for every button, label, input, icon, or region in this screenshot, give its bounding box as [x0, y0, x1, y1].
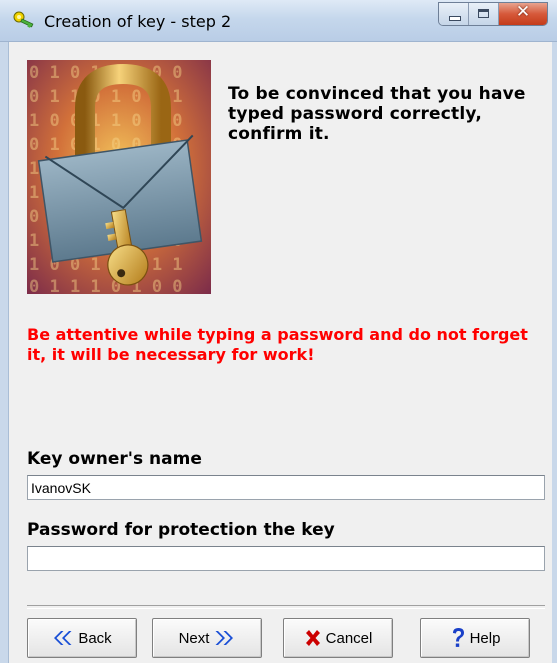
close-button[interactable]: ✕ [499, 3, 547, 25]
back-arrow-icon [54, 631, 72, 645]
close-icon: ✕ [515, 2, 531, 22]
password-label: Password for protection the key [27, 520, 335, 540]
help-button-label: Help [469, 629, 501, 647]
password-field[interactable] [27, 546, 545, 571]
key-app-icon [13, 11, 34, 28]
back-button[interactable]: Back [27, 618, 137, 658]
cancel-button-label: Cancel [325, 629, 373, 647]
svg-text:0 1 1 1 0 1 0 0: 0 1 1 1 0 1 0 0 [29, 277, 183, 294]
next-arrow-icon [215, 631, 234, 645]
cancel-x-icon [305, 630, 320, 646]
back-button-label: Back [78, 629, 112, 647]
warning-text: Be attentive while typing a password and… [27, 325, 528, 364]
maximize-icon [478, 9, 489, 18]
help-button[interactable]: Help [420, 618, 530, 658]
window-controls: ✕ [438, 2, 548, 26]
next-button[interactable]: Next [152, 618, 262, 658]
next-button-label: Next [178, 629, 210, 647]
button-separator [27, 605, 545, 609]
cancel-button[interactable]: Cancel [283, 618, 393, 658]
window-title: Creation of key - step 2 [44, 12, 232, 31]
lock-envelope-illustration: 0 1 0 1 0 1 0 0 0 1 1 0 1 0 0 1 1 0 0 1 … [27, 60, 211, 294]
help-question-icon [452, 628, 464, 647]
title-bar[interactable]: Creation of key - step 2 ✕ [0, 0, 557, 42]
window-right-border [552, 42, 557, 663]
minimize-button[interactable] [439, 3, 469, 25]
maximize-button[interactable] [469, 3, 499, 25]
dialog-window: Creation of key - step 2 ✕ 0 1 0 1 0 1 0… [0, 0, 557, 663]
minimize-icon [449, 16, 461, 21]
instruction-text: To be convinced that you have typed pass… [228, 84, 526, 144]
owner-name-field[interactable] [27, 475, 545, 500]
owner-name-label: Key owner's name [27, 449, 202, 469]
window-left-border [0, 42, 9, 663]
